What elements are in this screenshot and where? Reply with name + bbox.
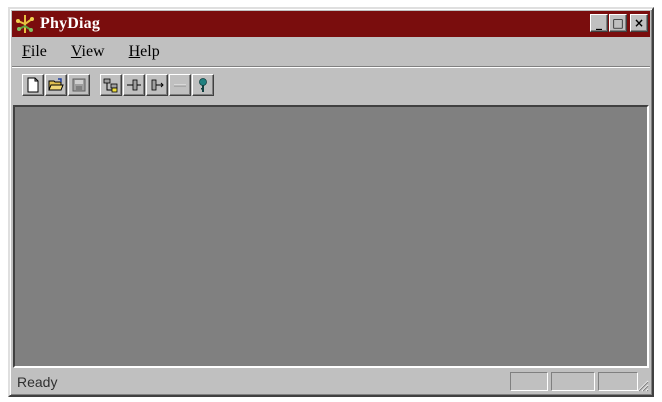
help-icon <box>199 78 207 92</box>
status-pane-1 <box>510 372 548 391</box>
open-button[interactable] <box>45 74 67 96</box>
close-button[interactable]: × <box>630 14 648 32</box>
tree-layout-icon <box>103 78 118 93</box>
menu-view-label: iew <box>81 43 105 60</box>
client-area[interactable] <box>13 105 649 368</box>
menu-view[interactable]: View <box>71 43 105 61</box>
status-text: Ready <box>17 373 58 390</box>
toolbar <box>12 69 650 101</box>
minimize-button[interactable]: _ <box>590 14 608 32</box>
tree-layout-button[interactable] <box>100 74 122 96</box>
menu-help[interactable]: Help <box>129 43 160 61</box>
minimize-icon: _ <box>596 16 602 30</box>
menu-file[interactable]: File <box>22 43 47 61</box>
status-pane-3 <box>598 372 638 391</box>
disabled-button[interactable] <box>169 74 191 96</box>
status-pane-2 <box>551 372 595 391</box>
app-icon <box>16 15 34 33</box>
window-controls: _ □ × <box>589 14 648 32</box>
menu-help-accel: H <box>128 43 141 60</box>
menu-bar: File View Help <box>12 39 650 65</box>
help-button[interactable] <box>192 74 214 96</box>
menu-view-accel: V <box>70 43 82 60</box>
collapse-icon <box>151 79 164 91</box>
app-window: PhyDiag _ □ × File View Help Ready <box>8 7 654 397</box>
title-bar[interactable]: PhyDiag _ □ × <box>12 11 650 37</box>
disabled-icon <box>174 84 186 87</box>
expand-icon <box>127 79 141 91</box>
menu-file-label: ile <box>30 43 47 60</box>
open-folder-icon <box>48 78 64 91</box>
collapse-button[interactable] <box>146 74 168 96</box>
status-bar: Ready <box>12 370 650 393</box>
menu-separator <box>12 66 650 68</box>
resize-grip-icon[interactable] <box>635 378 649 392</box>
maximize-button[interactable]: □ <box>609 14 627 32</box>
new-document-icon <box>27 77 39 93</box>
save-button[interactable] <box>68 74 90 96</box>
maximize-icon: □ <box>612 16 624 30</box>
new-button[interactable] <box>22 74 44 96</box>
window-title: PhyDiag <box>40 15 101 32</box>
save-disk-icon <box>72 78 86 92</box>
menu-file-accel: F <box>22 43 31 60</box>
menu-help-label: elp <box>140 43 160 60</box>
expand-button[interactable] <box>123 74 145 96</box>
close-icon: × <box>633 16 645 30</box>
